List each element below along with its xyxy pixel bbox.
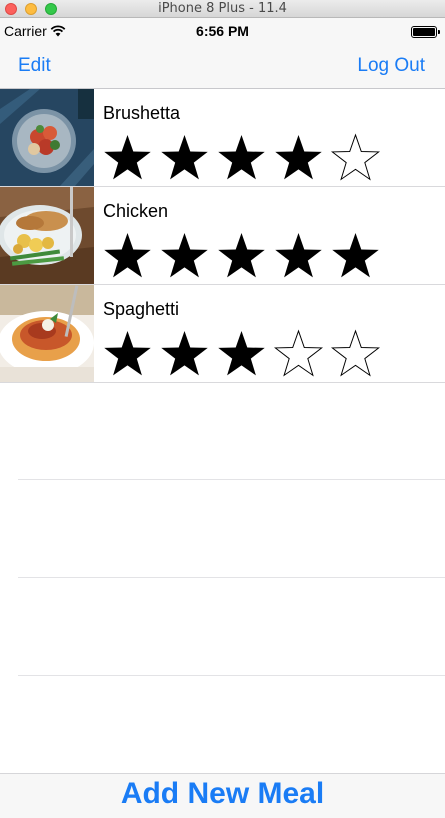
meal-row-brushetta[interactable]: Brushetta	[0, 89, 445, 187]
chicken-photo	[0, 187, 94, 284]
empty-row-separator	[18, 479, 445, 480]
filled-star-icon[interactable]	[103, 231, 152, 280]
empty-row-separator	[18, 577, 445, 578]
filled-star-icon[interactable]	[274, 133, 323, 182]
brushetta-photo	[0, 89, 94, 186]
meal-name: Spaghetti	[103, 299, 180, 319]
filled-star-icon[interactable]	[274, 231, 323, 280]
filled-star-icon[interactable]	[160, 231, 209, 280]
filled-star-icon[interactable]	[331, 231, 380, 280]
filled-star-icon[interactable]	[160, 329, 209, 378]
rating-control[interactable]	[103, 329, 380, 379]
bottom-toolbar: Add New Meal	[0, 773, 445, 818]
edit-button[interactable]: Edit	[18, 55, 51, 77]
empty-row-separator	[18, 675, 445, 676]
spaghetti-photo	[0, 285, 94, 382]
log-out-button[interactable]: Log Out	[357, 55, 425, 77]
meal-row-chicken[interactable]: Chicken	[0, 187, 445, 285]
battery-icon	[411, 26, 440, 38]
status-time: 6:56 PM	[196, 23, 249, 39]
meal-name: Chicken	[103, 201, 169, 221]
status-bar: Carrier 6:56 PM	[0, 18, 445, 44]
filled-star-icon[interactable]	[160, 133, 209, 182]
filled-star-icon[interactable]	[217, 133, 266, 182]
navigation-bar: Edit Log Out	[0, 44, 445, 89]
filled-star-icon[interactable]	[217, 231, 266, 280]
window-title: iPhone 8 Plus - 11.4	[158, 1, 287, 16]
filled-star-icon[interactable]	[103, 133, 152, 182]
meal-table: Brushetta Chicken Spaghetti	[0, 89, 445, 383]
rating-control[interactable]	[103, 231, 380, 281]
simulator-title-bar: iPhone 8 Plus - 11.4	[0, 0, 445, 18]
rating-control[interactable]	[103, 133, 380, 183]
filled-star-icon[interactable]	[103, 329, 152, 378]
add-new-meal-button[interactable]: Add New Meal	[0, 777, 445, 811]
meal-name: Brushetta	[103, 103, 181, 123]
filled-star-icon[interactable]	[217, 329, 266, 378]
empty-star-icon[interactable]	[274, 329, 323, 378]
empty-star-icon[interactable]	[331, 329, 380, 378]
meal-row-spaghetti[interactable]: Spaghetti	[0, 285, 445, 383]
empty-star-icon[interactable]	[331, 133, 380, 182]
